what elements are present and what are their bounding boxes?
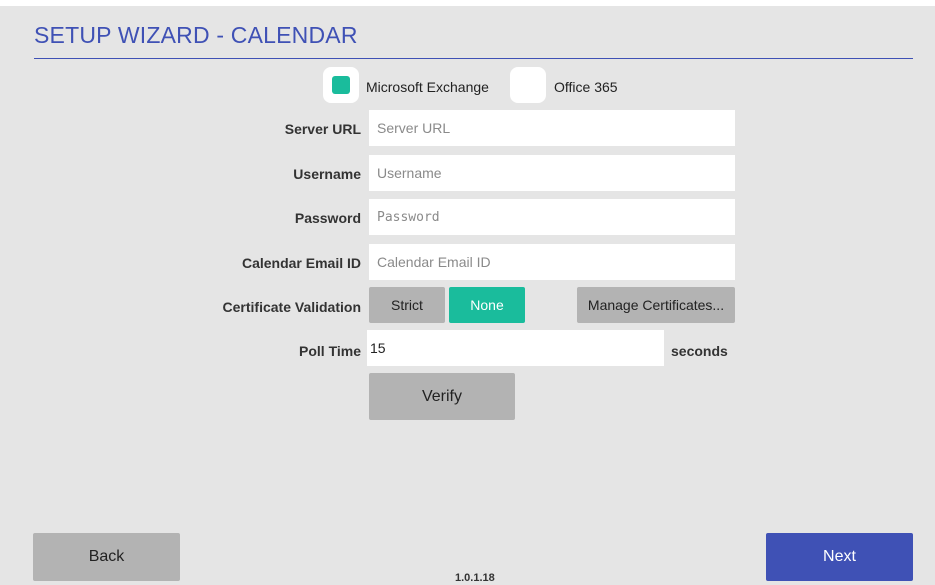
microsoft-exchange-label[interactable]: Microsoft Exchange [366,79,489,95]
manage-certificates-button[interactable]: Manage Certificates... [577,287,735,323]
verify-button[interactable]: Verify [369,373,515,420]
username-label: Username [293,166,361,182]
poll-time-input[interactable] [367,330,664,366]
poll-time-label: Poll Time [299,343,361,359]
strict-button[interactable]: Strict [369,287,445,323]
back-button[interactable]: Back [33,533,180,581]
microsoft-exchange-radio[interactable] [323,67,359,103]
none-button[interactable]: None [449,287,525,323]
setup-wizard-screen: SETUP WIZARD - CALENDAR Microsoft Exchan… [0,6,935,585]
password-label: Password [294,210,361,226]
page-title: SETUP WIZARD - CALENDAR [34,22,358,48]
next-button[interactable]: Next [766,533,913,581]
password-input[interactable] [369,199,735,235]
office-365-radio[interactable] [510,67,546,103]
username-input[interactable] [369,155,735,191]
radio-selected-indicator [332,76,350,94]
certificate-validation-label: Certificate Validation [222,299,361,315]
office-365-label[interactable]: Office 365 [554,79,618,95]
calendar-email-label: Calendar Email ID [241,255,361,271]
calendar-email-input[interactable] [369,244,735,280]
poll-time-unit: seconds [671,343,728,359]
server-url-label: Server URL [284,121,361,137]
title-divider [34,58,913,59]
server-url-input[interactable] [369,110,735,146]
version-label: 1.0.1.18 [455,572,495,584]
